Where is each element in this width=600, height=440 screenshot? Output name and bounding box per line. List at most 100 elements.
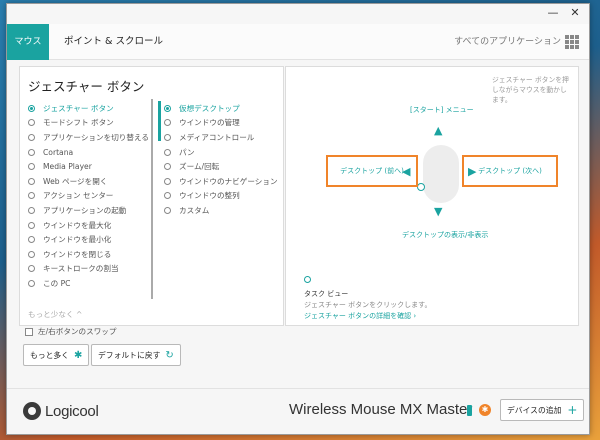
radio-button[interactable] xyxy=(164,177,171,185)
action-option-label: ウインドウの整列 xyxy=(179,191,240,201)
radio-button[interactable] xyxy=(164,148,171,156)
gesture-button-marker xyxy=(417,183,425,191)
action-option-item[interactable]: ウインドウのナビゲーション xyxy=(164,174,280,189)
add-device-label: デバイスの追加 xyxy=(507,405,562,415)
device-name: Wireless Mouse MX Master xyxy=(289,401,473,418)
action-option-item[interactable]: パン xyxy=(164,145,280,160)
tab-mouse[interactable]: マウス xyxy=(7,24,49,60)
button-option-label: Media Player xyxy=(43,162,92,172)
plus-icon: + xyxy=(567,403,578,417)
button-option-item[interactable]: アプリケーションを切り替える xyxy=(28,130,150,145)
all-applications-label[interactable]: すべてのアプリケーション xyxy=(454,24,561,60)
button-settings-panel: ジェスチャー ボタン ジェスチャー ボタン モードシフト ボタンアプリケーションを… xyxy=(19,66,284,326)
less-toggle[interactable]: もっと少なく ^ xyxy=(28,309,82,320)
action-option-item[interactable]: ズーム/回転 xyxy=(164,159,280,174)
button-option-item[interactable]: モードシフト ボタン xyxy=(28,116,150,131)
radio-button[interactable] xyxy=(28,163,35,171)
apps-grid-icon[interactable] xyxy=(565,35,579,49)
logo-text: Logicool xyxy=(45,402,99,420)
action-option-label: パン xyxy=(179,147,195,157)
task-view-title: タスク ビュー xyxy=(304,290,349,298)
task-view-marker xyxy=(304,276,311,283)
button-option-item[interactable]: Cortana xyxy=(28,145,150,160)
radio-button[interactable] xyxy=(28,133,35,141)
radio-button[interactable] xyxy=(28,265,35,273)
button-list: ジェスチャー ボタン モードシフト ボタンアプリケーションを切り替える Cortan… xyxy=(28,101,150,291)
action-option-item[interactable]: 仮想デスクトップ xyxy=(164,101,280,116)
button-option-label: ウインドウを最小化 xyxy=(43,235,112,245)
button-option-label: モードシフト ボタン xyxy=(43,118,114,128)
gesture-hint: ジェスチャー ボタンを押しながらマウスを動かします。 xyxy=(492,76,569,104)
unifying-icon: ✱ xyxy=(479,404,491,416)
button-option-item[interactable]: ウインドウを最大化 xyxy=(28,218,150,233)
radio-button[interactable] xyxy=(28,279,35,287)
button-option-item[interactable]: ウインドウを閉じる xyxy=(28,247,150,262)
radio-button[interactable] xyxy=(164,133,171,141)
action-option-item[interactable]: メディアコントロール xyxy=(164,130,280,145)
button-option-item[interactable]: この PC xyxy=(28,276,150,291)
radio-button[interactable] xyxy=(164,192,171,200)
radio-button[interactable] xyxy=(164,104,171,112)
gesture-up-label: [スタート] メニュー xyxy=(410,106,474,114)
button-option-label: アプリケーションを切り替える xyxy=(43,132,149,142)
action-list: 仮想デスクトップ ウインドウの管理メディアコントロール パンズーム/回転ウインドウの… xyxy=(164,101,280,218)
button-option-item[interactable]: キーストロークの割当 xyxy=(28,262,150,277)
gear-icon: ✱ xyxy=(73,349,83,361)
radio-button[interactable] xyxy=(28,250,35,258)
radio-button[interactable] xyxy=(28,221,35,229)
tab-point-scroll[interactable]: ポイント & スクロール xyxy=(64,24,163,60)
more-button[interactable]: もっと多く ✱ xyxy=(23,344,90,366)
swap-buttons-checkbox[interactable] xyxy=(25,327,33,336)
swap-buttons-option[interactable]: 左/右ボタンのスワップ xyxy=(25,326,117,337)
radio-button[interactable] xyxy=(164,119,171,127)
button-option-label: Cortana xyxy=(43,147,74,157)
restore-defaults-button[interactable]: デフォルトに戻す ↻ xyxy=(91,344,181,366)
button-option-label: ウインドウを閉じる xyxy=(43,249,112,259)
restore-defaults-label: デフォルトに戻す xyxy=(98,350,161,360)
button-option-item[interactable]: ウインドウを最小化 xyxy=(28,232,150,247)
button-option-item[interactable]: Web ページを開く xyxy=(28,174,150,189)
button-option-label: キーストロークの割当 xyxy=(43,264,119,274)
add-device-button[interactable]: デバイスの追加 + xyxy=(500,399,585,421)
button-option-label: アプリケーションの起動 xyxy=(43,205,127,215)
action-option-item[interactable]: カスタム xyxy=(164,203,280,218)
mouse-illustration xyxy=(423,145,459,203)
radio-button[interactable] xyxy=(28,236,35,244)
button-option-item[interactable]: アプリケーションの起動 xyxy=(28,203,150,218)
button-option-item[interactable]: アクション センター xyxy=(28,189,150,204)
footer: Logicool Wireless Mouse MX Master ✱ デバイス… xyxy=(7,388,589,434)
action-option-label: ウインドウの管理 xyxy=(179,118,240,128)
learn-more-link[interactable]: ジェスチャー ボタンの詳細を確認 › xyxy=(304,311,416,321)
radio-button[interactable] xyxy=(28,104,35,112)
action-option-label: メディアコントロール xyxy=(179,132,255,142)
arrow-up-icon: ▲ xyxy=(434,124,443,137)
radio-button[interactable] xyxy=(28,192,35,200)
action-option-item[interactable]: ウインドウの整列 xyxy=(164,189,280,204)
title-bar: — ✕ xyxy=(7,4,589,24)
reset-icon: ↻ xyxy=(165,349,174,361)
radio-button[interactable] xyxy=(28,119,35,127)
button-option-item[interactable]: ジェスチャー ボタン xyxy=(28,101,150,116)
battery-icon xyxy=(467,405,472,416)
arrow-down-icon: ▼ xyxy=(434,205,443,218)
radio-button[interactable] xyxy=(164,163,171,171)
selection-bar xyxy=(158,101,161,141)
options-window: — ✕ マウス ポイント & スクロール すべてのアプリケーション ジェスチャー… xyxy=(6,3,590,435)
radio-button[interactable] xyxy=(28,148,35,156)
button-option-label: ジェスチャー ボタン xyxy=(43,103,114,113)
radio-button[interactable] xyxy=(28,177,35,185)
action-option-label: ズーム/回転 xyxy=(179,162,220,172)
action-option-item[interactable]: ウインドウの管理 xyxy=(164,116,280,131)
action-option-label: カスタム xyxy=(179,205,210,215)
action-option-label: 仮想デスクトップ xyxy=(179,103,240,113)
button-option-item[interactable]: Media Player xyxy=(28,159,150,174)
minimize-icon[interactable]: — xyxy=(545,6,561,20)
close-icon[interactable]: ✕ xyxy=(567,6,583,20)
radio-button[interactable] xyxy=(28,206,35,214)
logicool-logo: Logicool xyxy=(23,402,99,420)
radio-button[interactable] xyxy=(164,206,171,214)
arrow-right-icon: ▶ xyxy=(468,165,477,178)
tab-bar: マウス ポイント & スクロール すべてのアプリケーション xyxy=(7,24,589,60)
buttons-scrollbar[interactable] xyxy=(151,99,153,299)
gesture-right-label: デスクトップ (次へ) xyxy=(478,167,542,175)
